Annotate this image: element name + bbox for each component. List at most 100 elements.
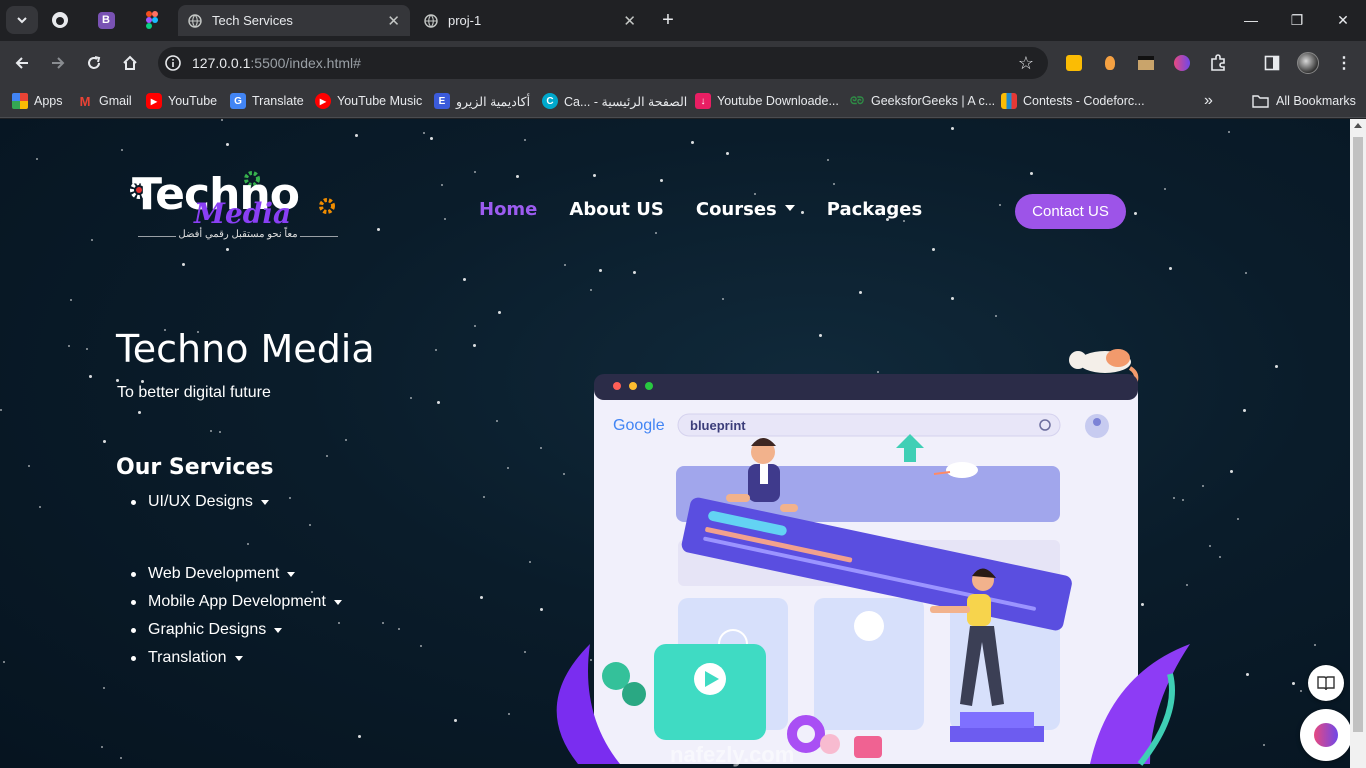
star [377, 228, 380, 231]
star [599, 269, 602, 272]
service-item-mobile-app[interactable]: Mobile App Development [131, 593, 342, 611]
scroll-up-arrow-icon[interactable] [1354, 123, 1362, 128]
extensions-button[interactable] [1208, 53, 1228, 73]
star [103, 440, 106, 443]
service-label: Translation [148, 649, 227, 666]
bookmark-youtube-music[interactable]: ▶ YouTube Music [315, 92, 422, 110]
scrollbar-thumb[interactable] [1353, 137, 1363, 732]
book-icon [1317, 676, 1335, 691]
close-window-button[interactable]: ✕ [1320, 6, 1366, 34]
bookmark-youtube-downloader[interactable]: ↓ Youtube Downloade... [695, 92, 839, 110]
youtube-icon: ▶ [146, 93, 162, 109]
info-icon[interactable] [164, 54, 182, 72]
nav-packages[interactable]: Packages [827, 199, 922, 220]
menu-button[interactable]: ⋮ [1334, 53, 1354, 73]
nav-home[interactable]: Home [479, 199, 537, 220]
star [116, 379, 119, 382]
minimize-button[interactable]: — [1228, 6, 1274, 34]
star [474, 171, 476, 173]
address-bar[interactable]: 127.0.0.1:5500/index.html# ☆ [158, 47, 1048, 79]
bookmark-youtube[interactable]: ▶ YouTube [146, 92, 217, 110]
star [210, 430, 212, 432]
star [1243, 409, 1246, 412]
plus-icon: + [662, 8, 674, 31]
caret-down-icon [260, 499, 269, 505]
profile-button[interactable] [1296, 51, 1320, 75]
restore-button[interactable]: ❐ [1274, 6, 1320, 34]
brain-icon [1314, 723, 1338, 747]
close-tab-icon[interactable]: ✕ [623, 12, 636, 30]
all-bookmarks[interactable]: All Bookmarks [1252, 92, 1356, 110]
box-icon [1138, 56, 1154, 70]
avatar [1297, 52, 1319, 74]
close-tab-icon[interactable]: ✕ [387, 12, 400, 30]
restore-icon: ❐ [1290, 11, 1304, 28]
bookmark-gmail[interactable]: M Gmail [77, 92, 132, 110]
new-tab-button[interactable]: + [652, 6, 684, 34]
bookmark-label: Translate [252, 94, 304, 108]
extension-brain[interactable] [1172, 53, 1192, 73]
service-item-translation[interactable]: Translation [131, 649, 243, 667]
star [338, 622, 340, 624]
star [420, 645, 422, 647]
star [289, 497, 291, 499]
bookmark-label: GeeksforGeeks | A c... [871, 94, 996, 108]
back-button[interactable] [8, 49, 36, 77]
bookmark-apps[interactable]: Apps [12, 92, 63, 110]
chevron-down-icon [17, 17, 27, 24]
star [120, 757, 122, 759]
bookmark-canva[interactable]: C Ca... - الصفحة الرئيسية [542, 92, 687, 110]
star [70, 299, 72, 301]
star [39, 506, 41, 508]
star [410, 397, 412, 399]
side-panel-icon [1264, 55, 1280, 71]
forward-button[interactable] [44, 49, 72, 77]
extension-keep[interactable] [1064, 53, 1084, 73]
bookmark-geeksforgeeks[interactable]: ᘓᘐ GeeksforGeeks | A c... [849, 92, 995, 110]
pinned-tab-github[interactable] [44, 6, 76, 34]
nav-courses[interactable]: Courses [696, 199, 795, 220]
extension-dark[interactable] [1136, 53, 1156, 73]
extension-orange[interactable] [1100, 53, 1120, 73]
service-item-ui-ux[interactable]: UI/UX Designs [131, 493, 269, 511]
star [454, 719, 457, 722]
logo-word-media: Media [194, 197, 292, 230]
arrow-right-icon [52, 57, 65, 69]
codeforces-icon [1001, 93, 1017, 109]
reload-button[interactable] [80, 49, 108, 77]
star [226, 143, 229, 146]
star [1228, 131, 1230, 133]
star [3, 661, 5, 663]
keep-icon [1066, 55, 1082, 71]
nav-about[interactable]: About US [569, 199, 663, 220]
tab-proj-1[interactable]: proj-1 ✕ [414, 5, 646, 36]
contact-us-button[interactable]: Contact US [1015, 194, 1126, 229]
service-item-web-development[interactable]: Web Development [131, 565, 296, 583]
bookmarks-overflow-button[interactable]: » [1204, 92, 1213, 110]
mock-google-logo: Google [613, 417, 665, 434]
reading-mode-button[interactable] [1308, 665, 1344, 701]
star [91, 239, 93, 241]
side-panel-button[interactable] [1262, 53, 1282, 73]
star [1030, 172, 1033, 175]
bookmark-translate[interactable]: G Translate [230, 92, 304, 110]
page-scrollbar[interactable] [1350, 119, 1366, 768]
bookmark-codeforces[interactable]: Contests - Codeforc... [1001, 92, 1145, 110]
star [1245, 272, 1247, 274]
globe-icon [188, 13, 202, 28]
tab-search-button[interactable] [6, 6, 38, 34]
service-item-graphic-designs[interactable]: Graphic Designs [131, 621, 283, 639]
star [524, 139, 526, 141]
techno-media-logo[interactable]: Techno Media معاً نحو مستقبل رقمي أفضل [128, 169, 343, 249]
star [951, 127, 954, 130]
bullet [131, 627, 136, 633]
pinned-tab-figma[interactable] [136, 6, 168, 34]
home-button[interactable] [116, 49, 144, 77]
star-icon[interactable]: ☆ [1018, 53, 1034, 74]
star [593, 174, 596, 177]
ai-assistant-button[interactable] [1300, 709, 1350, 761]
tab-tech-services[interactable]: Tech Services ✕ [178, 5, 410, 36]
pinned-tab-bootstrap[interactable]: B [90, 6, 122, 34]
bookmark-zero-academy[interactable]: E أكاديمية الزيرو [434, 92, 530, 110]
gmail-icon: M [79, 93, 91, 109]
